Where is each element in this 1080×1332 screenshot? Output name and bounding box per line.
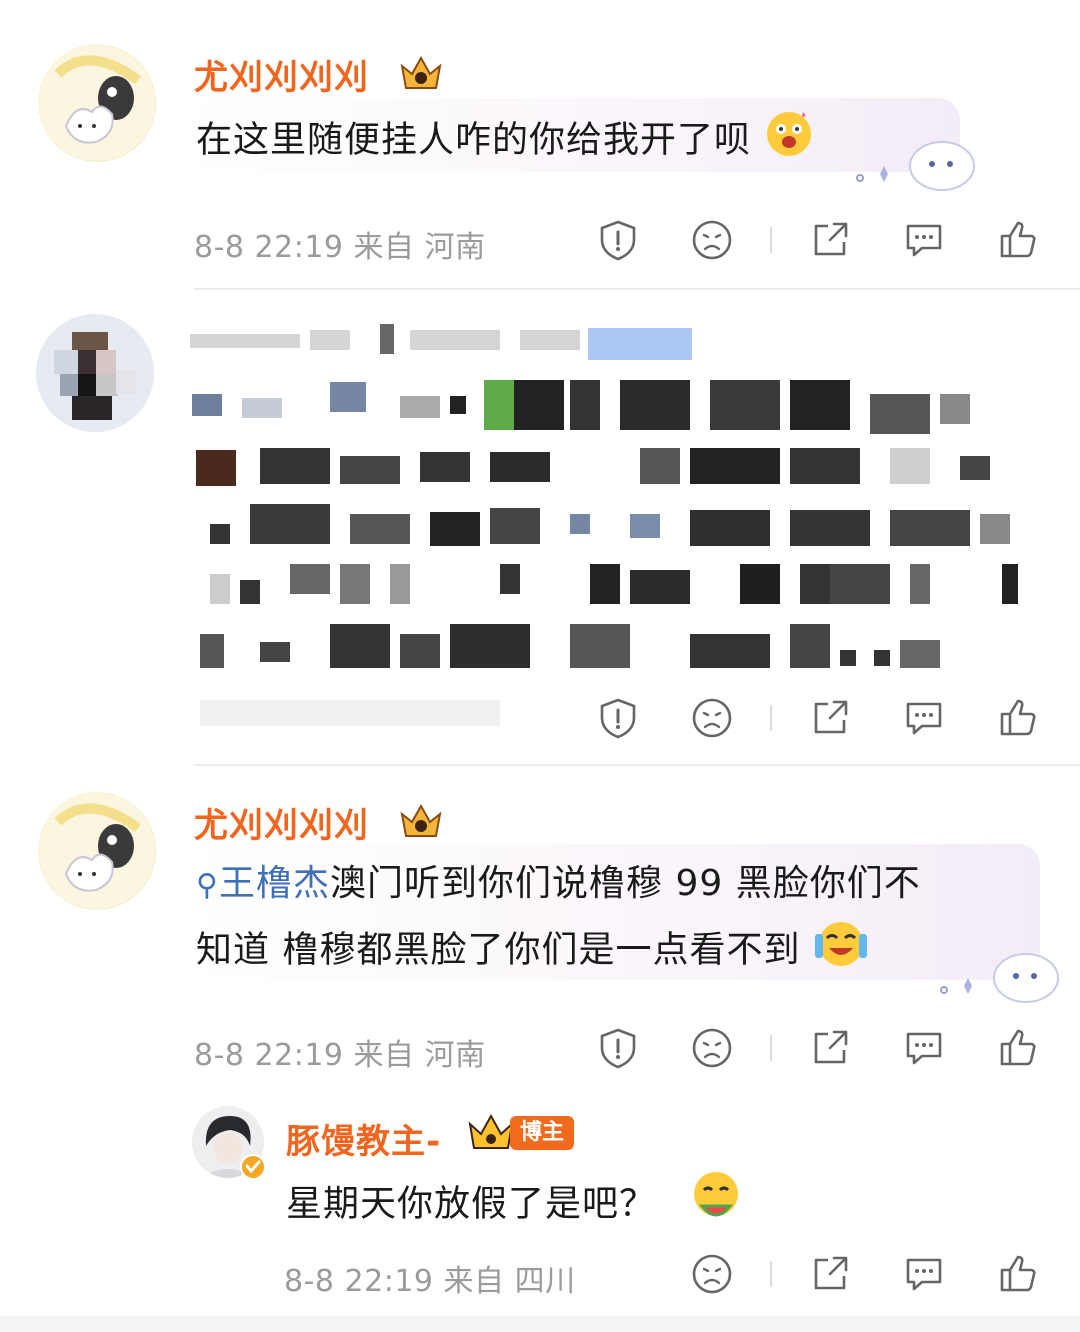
like-icon[interactable] <box>996 218 1040 262</box>
cat-sticker-icon <box>934 942 1064 1008</box>
location: 河南 <box>424 230 486 265</box>
pixelated-text-block <box>190 324 1018 726</box>
reply-text: 星期天你放假了是吧？ <box>286 1168 744 1243</box>
reply-text-content: 星期天你放假了是吧？ <box>286 1183 657 1225</box>
comment-text-part: 澳门听到你们说橹穆 99 黑脸你们不 <box>330 863 921 904</box>
timestamp: 8-8 22:19 <box>284 1264 434 1299</box>
comment-text-part: 知道 橹穆都黑脸了你们是一点看不到 <box>196 929 801 971</box>
location: 河南 <box>424 1038 486 1073</box>
comment-text: 在这里随便挂人咋的你给我开了呗 <box>196 106 815 177</box>
username[interactable]: 尤刈刈刈刈 <box>194 798 369 847</box>
crying-laugh-emoji-icon <box>813 916 869 987</box>
from-label: 来自 <box>353 230 415 265</box>
verified-badge-icon <box>240 1154 266 1184</box>
watermelon-emoji-icon <box>688 1168 744 1243</box>
report-icon[interactable] <box>596 1026 640 1070</box>
comment-text-line-2: 知道 橹穆都黑脸了你们是一点看不到 <box>196 916 1036 987</box>
blogger-badge: 博主 <box>510 1116 575 1150</box>
dislike-face-icon[interactable] <box>690 1026 734 1070</box>
comment-icon[interactable] <box>902 1252 946 1296</box>
separator <box>770 1261 772 1287</box>
timestamp: 8-8 22:19 <box>194 1038 344 1073</box>
share-icon[interactable] <box>808 218 852 262</box>
comment-icon[interactable] <box>902 218 946 262</box>
pixelated-avatar-icon <box>36 314 154 432</box>
separator <box>770 227 772 253</box>
cat-avatar-icon <box>39 45 155 161</box>
share-icon[interactable] <box>808 1252 852 1296</box>
avatar-censored[interactable] <box>36 314 154 432</box>
cat-sticker-icon <box>850 130 980 196</box>
share-icon[interactable] <box>808 696 852 740</box>
comment-icon[interactable] <box>902 696 946 740</box>
report-icon[interactable] <box>596 218 640 262</box>
username[interactable]: 豚馒教主- <box>286 1114 441 1163</box>
like-icon[interactable] <box>996 1026 1040 1070</box>
comment-icon[interactable] <box>902 1026 946 1070</box>
comment-1: 尤刈刈刈刈 在这里随便挂人咋的你给我开了呗 8-8 22:19 来自 河南 <box>0 0 1080 290</box>
cat-avatar-icon <box>39 793 155 909</box>
like-icon[interactable] <box>996 696 1040 740</box>
bottom-edge <box>0 1316 1080 1332</box>
laughing-emoji-icon <box>763 106 815 177</box>
timestamp: 8-8 22:19 <box>194 230 344 265</box>
reply: 豚馒教主- 博主 星期天你放假了是吧？ 8-8 22:19 来自 四川 <box>0 1096 1080 1316</box>
share-icon[interactable] <box>808 1026 852 1070</box>
dislike-face-icon[interactable] <box>690 218 734 262</box>
comment-text-content: 在这里随便挂人咋的你给我开了呗 <box>196 119 752 161</box>
comment-text: ⚲王橹杰澳门听到你们说橹穆 99 黑脸你们不 知道 橹穆都黑脸了你们是一点看不到 <box>196 854 1036 987</box>
from-label: 来自 <box>353 1038 415 1073</box>
avatar[interactable] <box>38 792 156 910</box>
dislike-face-icon[interactable] <box>690 696 734 740</box>
comment-2 <box>0 290 1080 766</box>
report-icon[interactable] <box>596 696 640 740</box>
location: 四川 <box>514 1264 576 1299</box>
crown-badge-icon <box>396 800 446 840</box>
crown-badge-icon <box>396 52 446 92</box>
reply-meta: 8-8 22:19 来自 四川 <box>284 1256 576 1300</box>
comment-meta: 8-8 22:19 来自 河南 <box>194 1030 486 1074</box>
comment-3: 尤刈刈刈刈 ⚲王橹杰澳门听到你们说橹穆 99 黑脸你们不 知道 橹穆都黑脸了你们… <box>0 766 1080 1096</box>
comment-meta: 8-8 22:19 来自 河南 <box>194 222 486 266</box>
avatar[interactable] <box>38 44 156 162</box>
username[interactable]: 尤刈刈刈刈 <box>194 50 369 99</box>
search-icon: ⚲ <box>196 868 219 903</box>
from-label: 来自 <box>443 1264 505 1299</box>
search-keyword: 王橹杰 <box>218 863 330 904</box>
separator <box>770 1035 772 1061</box>
search-keyword-link[interactable]: ⚲王橹杰 <box>196 863 330 904</box>
separator <box>770 705 772 731</box>
crown-badge-icon <box>466 1112 516 1152</box>
dislike-face-icon[interactable] <box>690 1252 734 1296</box>
like-icon[interactable] <box>996 1252 1040 1296</box>
comment-text-line-1: ⚲王橹杰澳门听到你们说橹穆 99 黑脸你们不 <box>196 854 1036 916</box>
